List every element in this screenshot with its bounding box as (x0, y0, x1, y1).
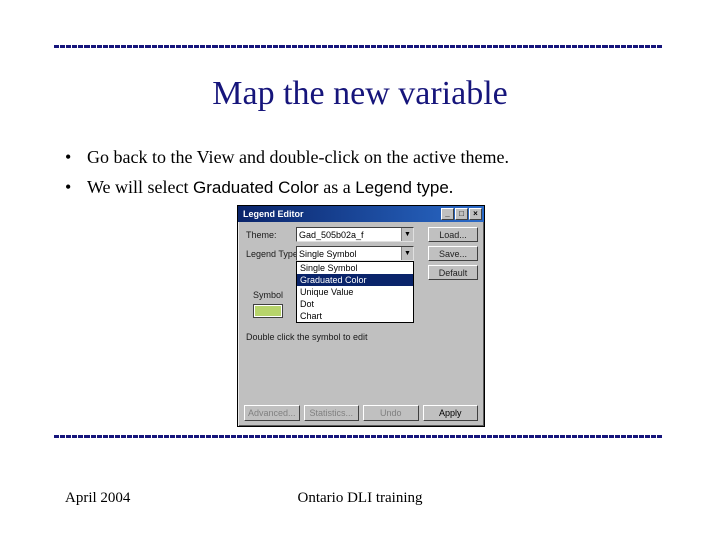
bullet-fragment: Legend type (355, 178, 449, 197)
legend-editor-dialog: Legend Editor _ □ × Theme: Gad_505b02a_f… (237, 205, 485, 427)
chevron-down-icon[interactable]: ▼ (401, 247, 413, 260)
option-dot[interactable]: Dot (297, 298, 413, 310)
chevron-down-icon[interactable]: ▼ (401, 228, 413, 241)
minimize-button[interactable]: _ (441, 208, 454, 220)
symbol-label: Symbol (253, 290, 283, 300)
option-unique-value[interactable]: Unique Value (297, 286, 413, 298)
slide: Map the new variable • Go back to the Vi… (0, 0, 720, 540)
bullet-dot: • (65, 145, 87, 169)
legend-type-options: Single Symbol Graduated Color Unique Val… (296, 261, 414, 323)
dialog-bottom-bar: Advanced... Statistics... Undo Apply (244, 405, 478, 421)
option-graduated-color[interactable]: Graduated Color (297, 274, 413, 286)
bullet-item: • We will select Graduated Color as a Le… (65, 175, 655, 200)
bullet-fragment: . (449, 177, 454, 197)
top-divider (54, 45, 664, 48)
theme-dropdown[interactable]: Gad_505b02a_f ▼ (296, 227, 414, 242)
legend-type-label: Legend Type: (246, 249, 300, 259)
footer-center: Ontario DLI training (0, 490, 720, 507)
doubleclick-hint: Double click the symbol to edit (246, 332, 368, 342)
save-button[interactable]: Save... (428, 246, 478, 261)
undo-button[interactable]: Undo (363, 405, 419, 421)
bullet-fragment: We will select (87, 177, 193, 197)
page-title: Map the new variable (0, 75, 720, 113)
advanced-button[interactable]: Advanced... (244, 405, 300, 421)
dialog-titlebar[interactable]: Legend Editor _ □ × (238, 206, 484, 222)
apply-button[interactable]: Apply (423, 405, 479, 421)
bullet-fragment: as a (319, 177, 355, 197)
symbol-swatch[interactable] (253, 304, 283, 318)
bullet-text: We will select Graduated Color as a Lege… (87, 175, 655, 200)
legend-type-value: Single Symbol (299, 249, 357, 259)
theme-label: Theme: (246, 230, 277, 240)
dialog-title: Legend Editor (240, 209, 440, 219)
middle-divider (54, 435, 664, 438)
bullet-list: • Go back to the View and double-click o… (65, 145, 655, 206)
bullet-item: • Go back to the View and double-click o… (65, 145, 655, 169)
option-single-symbol[interactable]: Single Symbol (297, 262, 413, 274)
bullet-text: Go back to the View and double-click on … (87, 145, 655, 169)
statistics-button[interactable]: Statistics... (304, 405, 360, 421)
default-button[interactable]: Default (428, 265, 478, 280)
close-button[interactable]: × (469, 208, 482, 220)
bullet-fragment: Graduated Color (193, 178, 319, 197)
load-button[interactable]: Load... (428, 227, 478, 242)
dialog-body: Theme: Gad_505b02a_f ▼ Legend Type: Sing… (238, 222, 484, 426)
option-chart[interactable]: Chart (297, 310, 413, 322)
bullet-dot: • (65, 175, 87, 200)
theme-value: Gad_505b02a_f (299, 230, 364, 240)
legend-type-dropdown[interactable]: Single Symbol ▼ (296, 246, 414, 261)
maximize-button[interactable]: □ (455, 208, 468, 220)
